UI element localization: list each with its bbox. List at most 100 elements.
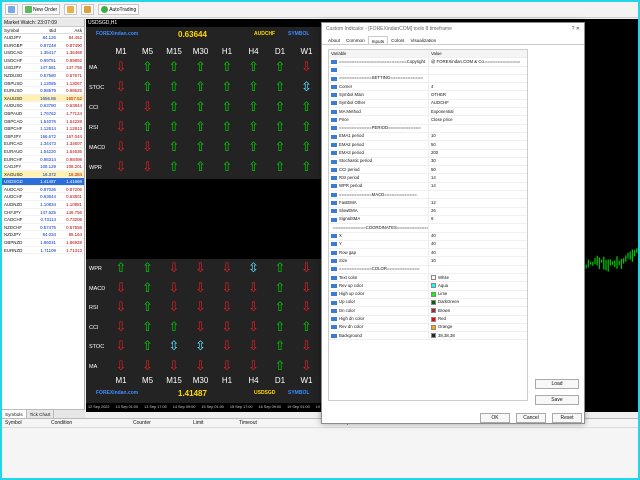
market-watch-row[interactable]: GBPCHF 1.12614 1.12813 bbox=[2, 125, 84, 133]
input-value[interactable]: @ FOREXindan.COM & Co.============== bbox=[428, 58, 527, 66]
input-row[interactable]: Up color DarkGreen bbox=[329, 298, 527, 308]
input-value[interactable]: 9 bbox=[428, 215, 527, 224]
input-row[interactable]: SignalSMA 9 bbox=[329, 215, 527, 225]
input-value[interactable]: 200 bbox=[428, 149, 527, 157]
input-value[interactable]: 10 bbox=[428, 132, 527, 141]
market-watch-row[interactable]: CADJPY 108.129 108.201 bbox=[2, 163, 84, 171]
input-row[interactable]: Symbol Other AUDCHF bbox=[329, 99, 527, 109]
input-value[interactable]: Aqua bbox=[428, 282, 527, 290]
input-value[interactable]: OTHER bbox=[428, 91, 527, 99]
toolbar-expert-button[interactable] bbox=[64, 4, 78, 15]
dialog-tab-inputs[interactable]: Inputs bbox=[367, 36, 389, 44]
input-row[interactable] bbox=[329, 66, 527, 75]
input-row[interactable]: Dn color Brown bbox=[329, 307, 527, 316]
cancel-button[interactable]: Cancel bbox=[516, 413, 546, 423]
market-watch-row[interactable]: AUDCHF 0.63644 0.63801 bbox=[2, 193, 84, 202]
terminal-col-limit[interactable]: Limit bbox=[190, 419, 236, 427]
input-row[interactable]: X 40 bbox=[329, 232, 527, 241]
market-watch-row[interactable]: CHFJPY 147.625 148.756 bbox=[2, 209, 84, 217]
market-watch-row[interactable]: GBPNZD 1.86031 1.86928 bbox=[2, 239, 84, 247]
col-bid[interactable]: Bid bbox=[32, 27, 58, 33]
input-row[interactable]: Stochastic period 30 bbox=[329, 157, 527, 167]
input-row[interactable]: CCI period 50 bbox=[329, 166, 527, 175]
market-watch-row[interactable]: NZDJPY 84.034 85.164 bbox=[2, 231, 84, 240]
input-row[interactable]: FastEMA 12 bbox=[329, 199, 527, 208]
input-row[interactable]: EMA3 period 200 bbox=[329, 149, 527, 158]
toolbar-zoom-in-button[interactable] bbox=[5, 4, 18, 15]
market-watch-row[interactable]: AUDUSD 0.63780 0.63844 bbox=[2, 102, 84, 110]
market-watch-row[interactable]: EURCHF 0.98314 0.98498 bbox=[2, 156, 84, 164]
tab-tick-chart[interactable]: Tick Chart bbox=[27, 410, 55, 418]
input-row[interactable]: Price Close price bbox=[329, 116, 527, 125]
input-value[interactable]: Orange bbox=[428, 323, 527, 332]
input-value[interactable]: 30 bbox=[428, 157, 527, 166]
input-value[interactable]: Exponential bbox=[428, 108, 527, 116]
input-row[interactable]: MA Method Exponential bbox=[329, 108, 527, 117]
input-row[interactable]: Row gap 40 bbox=[329, 249, 527, 258]
input-value[interactable]: 50 bbox=[428, 141, 527, 149]
market-watch-row[interactable]: CADCHF 0.73114 0.73208 bbox=[2, 216, 84, 224]
input-value[interactable]: 40 bbox=[428, 249, 527, 257]
input-value[interactable]: 38,38,38 bbox=[428, 332, 527, 340]
input-row[interactable]: Text color White bbox=[329, 274, 527, 283]
input-value[interactable] bbox=[428, 74, 527, 83]
input-row[interactable]: =============PERIOD============= bbox=[329, 124, 527, 133]
input-row[interactable]: Rev dn color Orange bbox=[329, 323, 527, 333]
input-row[interactable]: SlowEMA 26 bbox=[329, 207, 527, 216]
market-watch-row[interactable]: NZDUSD 0.57580 0.57671 bbox=[2, 72, 84, 80]
input-value[interactable] bbox=[428, 191, 527, 199]
input-row[interactable]: High up color Lime bbox=[329, 290, 527, 299]
input-value[interactable]: AUDCHF bbox=[428, 99, 527, 108]
toolbar-lock-button[interactable] bbox=[81, 4, 95, 15]
input-row[interactable]: Corner 4 bbox=[329, 83, 527, 92]
market-watch-row[interactable]: GBPJPY 166.672 167.044 bbox=[2, 133, 84, 141]
input-value[interactable]: Lime bbox=[428, 290, 527, 298]
ok-button[interactable]: OK bbox=[480, 413, 510, 423]
dialog-tab-about[interactable]: About bbox=[325, 36, 343, 44]
input-row[interactable]: Y 40 bbox=[329, 240, 527, 250]
terminal-col-counter[interactable]: Counter bbox=[130, 419, 190, 427]
input-value[interactable]: DarkGreen bbox=[428, 298, 527, 307]
input-value[interactable]: 14 bbox=[428, 182, 527, 191]
market-watch-row[interactable]: AUDCAD 0.87036 0.87206 bbox=[2, 186, 84, 194]
terminal-col-symbol[interactable]: Symbol bbox=[2, 419, 48, 427]
save-button[interactable]: Save bbox=[535, 395, 579, 405]
input-row[interactable]: RSI period 14 bbox=[329, 174, 527, 183]
input-value[interactable]: 26 bbox=[428, 207, 527, 215]
input-value[interactable]: Close price bbox=[428, 116, 527, 124]
col-ask[interactable]: Ask bbox=[58, 27, 84, 33]
input-value[interactable]: 10 bbox=[428, 257, 527, 265]
input-row[interactable]: EMA1 period 10 bbox=[329, 132, 527, 142]
input-row[interactable]: High dn color Red bbox=[329, 315, 527, 324]
toolbar-autotrading-button[interactable]: AutoTrading bbox=[98, 4, 140, 15]
market-watch-row[interactable]: EURAUD 1.54220 1.54636 bbox=[2, 148, 84, 156]
market-watch-row[interactable]: NZDCHF 0.57475 0.57558 bbox=[2, 224, 84, 232]
market-watch-row[interactable]: EURGBP 0.87248 0.87490 bbox=[2, 42, 84, 50]
input-row[interactable]: Rev up color Aqua bbox=[329, 282, 527, 291]
input-row[interactable]: =============COLOR============= bbox=[329, 265, 527, 275]
market-watch-row[interactable]: XAUUSD 1656.86 1657.52 bbox=[2, 94, 84, 103]
input-row[interactable]: =============SETTING============= bbox=[329, 74, 527, 84]
input-value[interactable]: 40 bbox=[428, 232, 527, 240]
input-value[interactable] bbox=[428, 66, 527, 74]
tab-symbols[interactable]: Symbols bbox=[2, 410, 27, 418]
input-value[interactable]: 14 bbox=[428, 174, 527, 182]
input-row[interactable]: EMA2 period 50 bbox=[329, 141, 527, 150]
input-row[interactable]: =============MACD============= bbox=[329, 191, 527, 200]
input-value[interactable]: White bbox=[428, 274, 527, 282]
market-watch-row[interactable]: USDCHF 0.99751 0.99892 bbox=[2, 57, 84, 65]
input-value[interactable]: 40 bbox=[428, 240, 527, 249]
input-value[interactable]: 50 bbox=[428, 166, 527, 174]
input-value[interactable]: Brown bbox=[428, 307, 527, 315]
market-watch-row[interactable]: GBPAUD 1.76762 1.77124 bbox=[2, 110, 84, 118]
input-row[interactable]: Size 10 bbox=[329, 257, 527, 266]
market-watch-row[interactable]: XAGUSD 16.372 16.384 bbox=[2, 170, 84, 179]
toolbar-new-order-button[interactable]: New Order bbox=[22, 4, 61, 15]
dialog-tab-visualization[interactable]: Visualization bbox=[407, 36, 439, 44]
reset-button[interactable]: Reset bbox=[552, 413, 582, 423]
market-watch-row[interactable]: EURCAD 1.34473 1.34607 bbox=[2, 140, 84, 148]
input-row[interactable]: WPR period 14 bbox=[329, 182, 527, 192]
terminal-col-condition[interactable]: Condition bbox=[48, 419, 130, 427]
input-row[interactable]: =============COORDINATES============= bbox=[329, 224, 527, 233]
dialog-tab-colors[interactable]: Colors bbox=[388, 36, 407, 44]
